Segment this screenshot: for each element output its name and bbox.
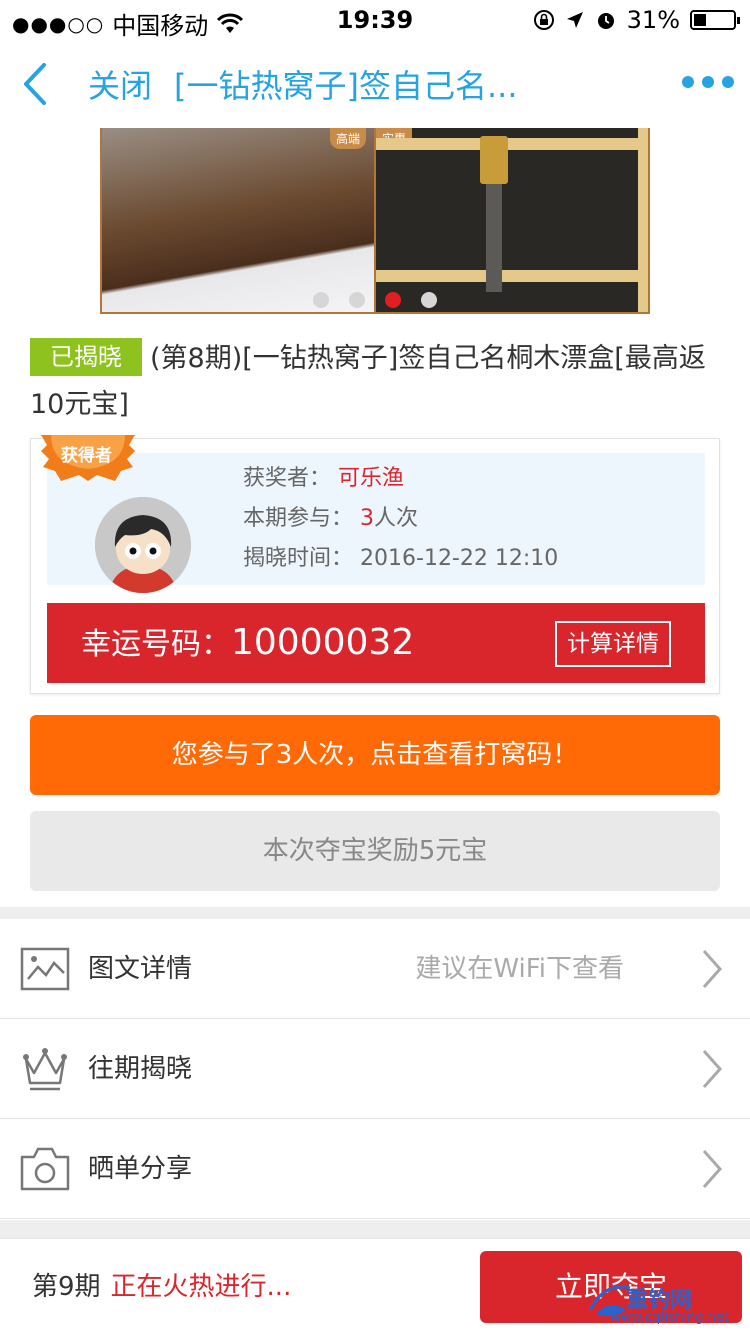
location-icon	[566, 12, 583, 28]
product-image-carousel[interactable]: 高端 实惠	[100, 128, 650, 314]
battery-percent: 31%	[626, 6, 680, 34]
watermark-url: www.cqfishing.net	[610, 1310, 730, 1325]
winner-name[interactable]: 可乐渔	[338, 466, 404, 491]
rotation-lock-icon	[533, 10, 554, 30]
product-title-block: 已揭晓 (第8期)[一钻热窝子]签自己名桐木漂盒[最高返10元宝]	[30, 336, 730, 428]
menu-item-label: 往期揭晓	[88, 1054, 193, 1084]
product-image-wooden-box: 高端	[102, 128, 374, 312]
lucky-number-label: 幸运号码：	[81, 627, 231, 662]
chevron-right-icon	[702, 1050, 723, 1088]
status-bar: ●●●○○ 中国移动 19:39 31%	[0, 0, 750, 40]
pager-dot[interactable]	[313, 292, 329, 308]
foam-strip	[486, 168, 502, 292]
winner-name-row: 获奖者： 可乐渔	[243, 459, 558, 499]
participation-label: 本期参与：	[243, 506, 354, 531]
menu-item-history[interactable]: 往期揭晓	[0, 1019, 750, 1119]
chevron-right-icon	[702, 1150, 723, 1188]
calculation-details-button[interactable]: 计算详情	[555, 621, 671, 667]
product-image-float-box: 实惠	[374, 128, 648, 312]
image-icon	[20, 947, 70, 991]
avatar-image	[95, 497, 191, 593]
chevron-right-icon	[702, 950, 723, 988]
reveal-time-row: 揭晓时间： 2016-12-22 12:10	[243, 539, 558, 579]
view-codes-button[interactable]: 您参与了3人次，点击查看打窝码！	[30, 715, 720, 795]
lucky-number: 幸运号码：10000032	[81, 603, 414, 685]
crown-icon	[23, 1048, 67, 1091]
pager-dot[interactable]	[349, 292, 365, 308]
winner-card: 获奖者： 可乐渔 本期参与： 3人次 揭晓时间： 2016-12-22 12:1…	[30, 435, 720, 694]
battery-fill	[694, 14, 706, 26]
section-divider	[0, 907, 750, 919]
winner-details: 获奖者： 可乐渔 本期参与： 3人次 揭晓时间： 2016-12-22 12:1…	[243, 459, 558, 579]
menu-item-detail[interactable]: 图文详情 建议在WiFi下查看	[0, 919, 750, 1019]
section-divider	[0, 1220, 750, 1238]
wood-rail	[638, 128, 648, 312]
period-status: 正在火热进行...	[110, 1272, 292, 1302]
participation-unit: 人次	[374, 506, 419, 531]
wood-rail	[376, 138, 648, 150]
back-button[interactable]	[0, 40, 70, 128]
camera-icon	[20, 1147, 70, 1191]
menu-item-label: 晒单分享	[88, 1154, 193, 1184]
participation-row: 本期参与： 3人次	[243, 499, 558, 539]
lucky-number-bar: 幸运号码：10000032 计算详情	[47, 603, 705, 683]
more-dot-icon	[722, 76, 734, 88]
reward-notice-button[interactable]: 本次夺宝奖励5元宝	[30, 811, 720, 891]
status-right: 31%	[533, 6, 740, 34]
menu-item-label: 图文详情	[88, 954, 193, 984]
avatar	[95, 497, 191, 593]
next-period[interactable]: 第9期 正在火热进行...	[32, 1239, 291, 1334]
alarm-icon	[597, 13, 614, 29]
wood-rail	[376, 270, 648, 282]
battery-icon	[690, 10, 740, 30]
winner-ribbon-label: 获得者	[61, 446, 112, 466]
more-dot-icon	[702, 76, 714, 88]
chevron-left-icon	[24, 63, 46, 105]
brass-hinge	[480, 136, 508, 184]
nav-bar: 关闭 [一钻热窝子]签自己名...	[0, 40, 750, 128]
pager-dot[interactable]	[421, 292, 437, 308]
image-tag: 高端	[329, 128, 366, 149]
pager-dot-active[interactable]	[385, 292, 401, 308]
close-button[interactable]: 关闭	[88, 61, 152, 107]
status-badge: 已揭晓	[30, 338, 142, 376]
more-dot-icon	[682, 76, 694, 88]
bottom-bar: 第9期 正在火热进行... 立即夺宝 重钓网 www.cqfishing.net	[0, 1238, 750, 1334]
reveal-time-label: 揭晓时间：	[243, 546, 354, 571]
participation-count: 3	[360, 506, 375, 531]
watermark-logo: 重钓网 www.cqfishing.net	[586, 1272, 746, 1332]
menu-item-hint: 建议在WiFi下查看	[415, 954, 624, 984]
menu-item-share[interactable]: 晒单分享	[0, 1119, 750, 1219]
reveal-time: 2016-12-22 12:10	[360, 546, 559, 571]
period-label: 第9期	[32, 1272, 101, 1302]
lucky-number-value: 10000032	[231, 622, 415, 663]
winner-info: 获奖者： 可乐渔 本期参与： 3人次 揭晓时间： 2016-12-22 12:1…	[47, 453, 705, 593]
winner-name-label: 获奖者：	[243, 466, 332, 491]
page-title: [一钻热窝子]签自己名...	[174, 67, 518, 105]
more-menu-button[interactable]	[682, 76, 734, 88]
carousel-pager[interactable]	[0, 292, 750, 308]
